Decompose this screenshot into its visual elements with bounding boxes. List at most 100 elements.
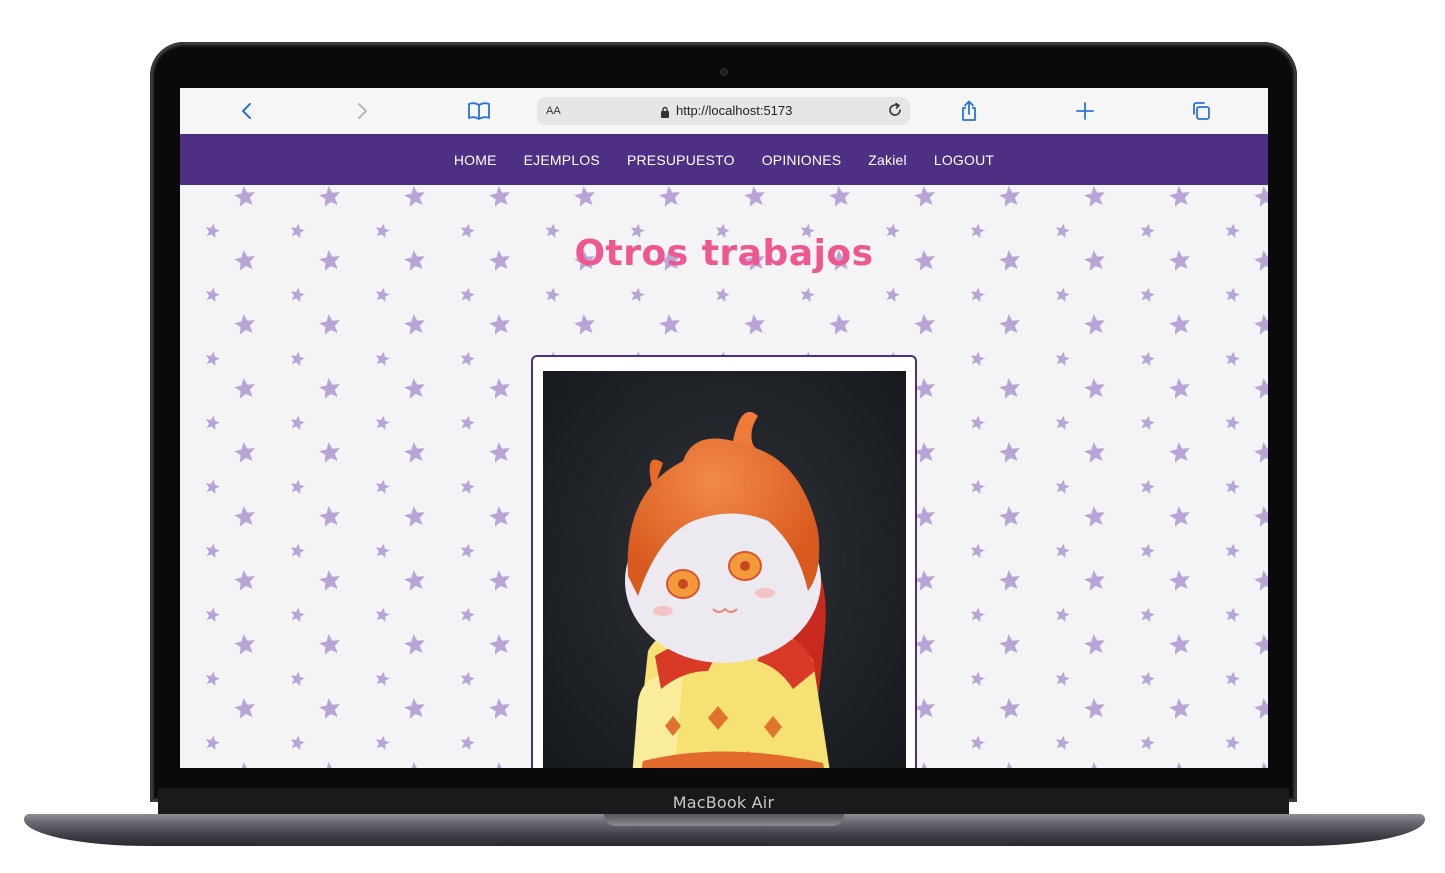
nav-opiniones[interactable]: OPINIONES	[762, 152, 842, 168]
star-shape	[744, 186, 765, 207]
star-shape	[1055, 479, 1070, 494]
star-shape	[1225, 607, 1240, 622]
star-shape	[234, 378, 255, 399]
star-shape	[1225, 479, 1240, 494]
screen: AA http://localhost:5173 HOME EJEMPLOS P…	[180, 88, 1268, 768]
bookmarks-icon[interactable]	[465, 98, 493, 124]
star-shape	[1225, 543, 1240, 558]
star-shape	[970, 735, 985, 750]
star-shape	[234, 186, 255, 207]
nav-logout[interactable]: LOGOUT	[934, 152, 994, 168]
star-shape	[319, 378, 340, 399]
star-shape	[234, 634, 255, 655]
star-shape	[659, 186, 680, 207]
star-shape	[319, 442, 340, 463]
star-shape	[1254, 570, 1268, 591]
star-shape	[290, 543, 305, 558]
star-shape	[404, 314, 425, 335]
star-shape	[460, 735, 475, 750]
url-text: http://localhost:5173	[676, 103, 793, 118]
star-shape	[489, 634, 510, 655]
back-icon[interactable]	[233, 98, 261, 124]
star-shape	[999, 762, 1020, 768]
reload-icon[interactable]	[887, 102, 903, 123]
star-shape	[460, 415, 475, 430]
star-shape	[375, 351, 390, 366]
star-shape	[970, 543, 985, 558]
star-shape	[1055, 415, 1070, 430]
star-shape	[460, 287, 475, 302]
star-shape	[1254, 378, 1268, 399]
star-shape	[234, 314, 255, 335]
star-shape	[1225, 287, 1240, 302]
star-shape	[404, 634, 425, 655]
star-shape	[630, 287, 645, 302]
device-label: MacBook Air	[672, 792, 775, 812]
star-shape	[1084, 442, 1105, 463]
nav-ejemplos[interactable]: EJEMPLOS	[524, 152, 600, 168]
star-shape	[1169, 570, 1190, 591]
star-shape	[1254, 506, 1268, 527]
address-bar[interactable]: AA http://localhost:5173	[537, 97, 910, 125]
star-shape	[999, 186, 1020, 207]
nav-home[interactable]: HOME	[454, 152, 497, 168]
star-shape	[1055, 607, 1070, 622]
star-shape	[290, 351, 305, 366]
star-shape	[1084, 762, 1105, 768]
star-shape	[234, 698, 255, 719]
nav-user[interactable]: Zakiel	[868, 152, 907, 168]
star-shape	[404, 698, 425, 719]
star-shape	[1140, 287, 1155, 302]
star-shape	[489, 378, 510, 399]
star-shape	[489, 570, 510, 591]
star-shape	[234, 762, 255, 768]
star-shape	[319, 314, 340, 335]
star-shape	[1084, 186, 1105, 207]
star-shape	[489, 762, 510, 768]
page-title: Otros trabajos	[574, 233, 874, 274]
star-shape	[999, 378, 1020, 399]
star-shape	[1169, 186, 1190, 207]
tabs-icon[interactable]	[1187, 98, 1215, 124]
new-tab-icon[interactable]	[1071, 98, 1099, 124]
star-shape	[375, 479, 390, 494]
star-shape	[1140, 543, 1155, 558]
star-shape	[970, 287, 985, 302]
star-shape	[489, 442, 510, 463]
star-shape	[829, 186, 850, 207]
star-shape	[744, 314, 765, 335]
star-shape	[404, 186, 425, 207]
star-shape	[970, 479, 985, 494]
star-shape	[489, 314, 510, 335]
star-shape	[1225, 415, 1240, 430]
nav-presupuesto[interactable]: PRESUPUESTO	[627, 152, 735, 168]
star-shape	[404, 442, 425, 463]
star-shape	[1225, 735, 1240, 750]
star-shape	[404, 378, 425, 399]
star-shape	[460, 671, 475, 686]
star-shape	[205, 287, 220, 302]
star-shape	[1254, 762, 1268, 768]
text-size-button[interactable]: AA	[546, 105, 561, 117]
star-shape	[1140, 479, 1155, 494]
forward-icon[interactable]	[348, 98, 376, 124]
star-shape	[970, 607, 985, 622]
star-shape	[1254, 314, 1268, 335]
share-icon[interactable]	[955, 98, 983, 124]
star-shape	[1140, 671, 1155, 686]
star-shape	[460, 351, 475, 366]
star-shape	[404, 762, 425, 768]
star-shape	[375, 287, 390, 302]
star-shape	[885, 287, 900, 302]
star-shape	[914, 186, 935, 207]
star-shape	[1055, 351, 1070, 366]
star-shape	[914, 314, 935, 335]
camera-icon	[721, 69, 727, 75]
star-shape	[1254, 442, 1268, 463]
star-shape	[970, 351, 985, 366]
star-shape	[234, 570, 255, 591]
star-shape	[1140, 607, 1155, 622]
star-shape	[829, 314, 850, 335]
work-card[interactable]	[531, 355, 917, 768]
star-shape	[1055, 671, 1070, 686]
